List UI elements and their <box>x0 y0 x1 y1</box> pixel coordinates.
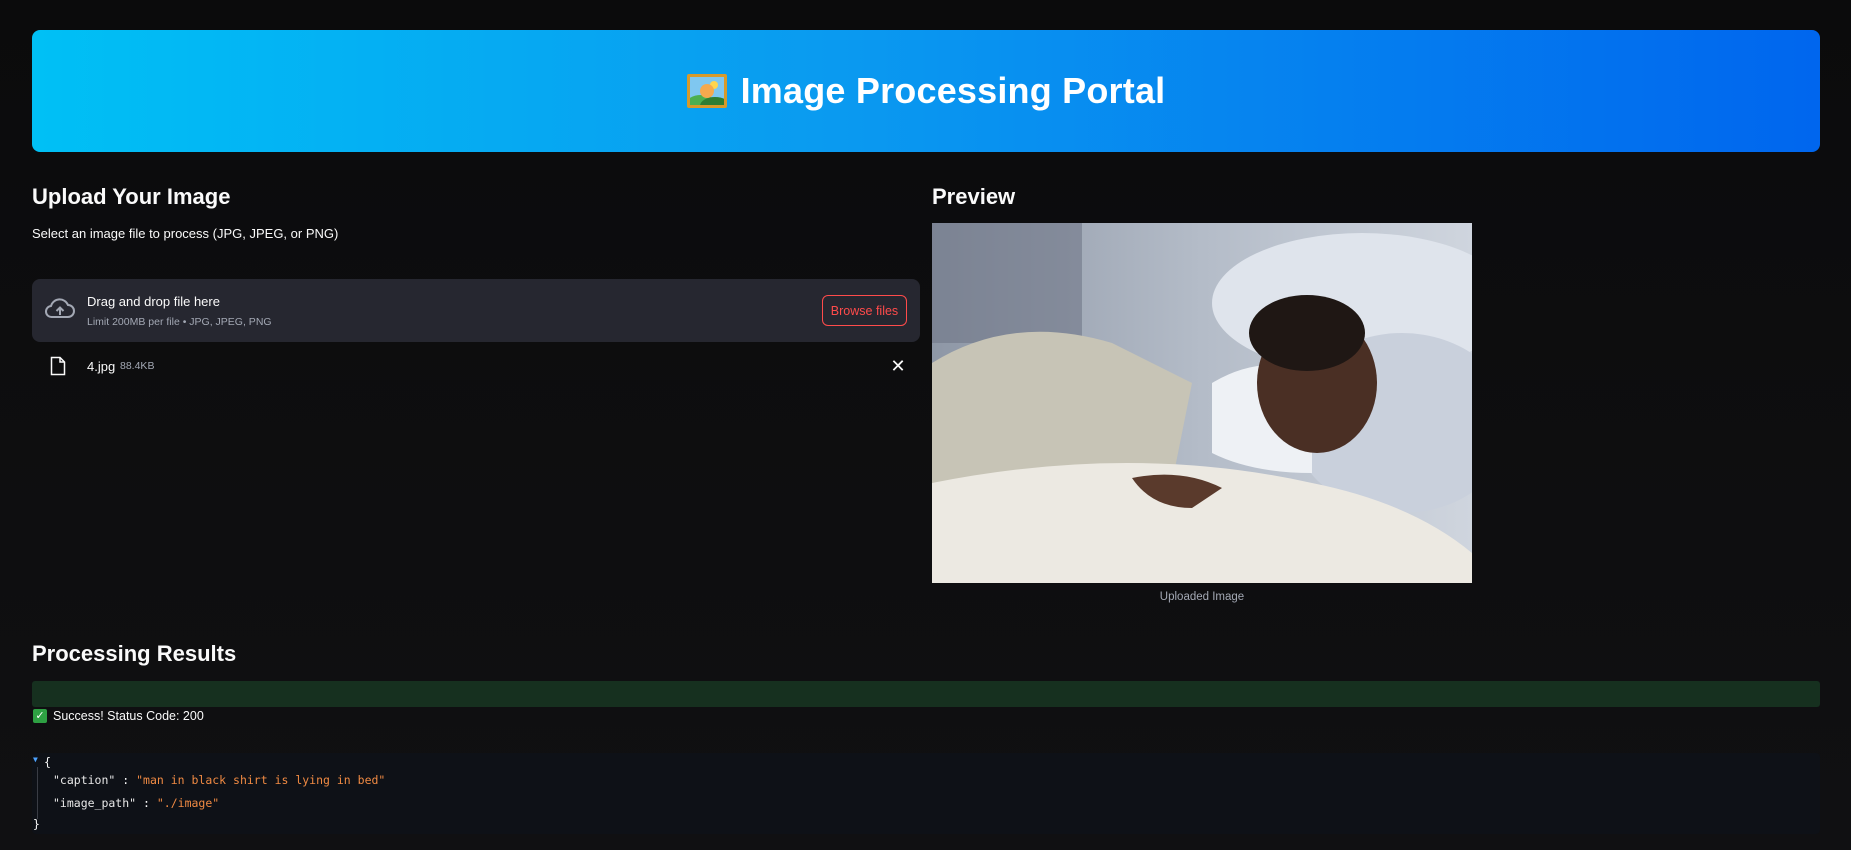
file-icon <box>50 356 66 376</box>
browse-files-button[interactable]: Browse files <box>822 295 907 326</box>
cloud-upload-icon <box>45 298 75 318</box>
json-caption-entry: "caption" : "man in black shirt is lying… <box>53 773 385 787</box>
collapse-toggle-icon[interactable]: ▼ <box>33 755 38 764</box>
status-message: ✓ Success! Status Code: 200 <box>33 709 204 723</box>
json-indent-guide <box>37 767 38 819</box>
preview-heading: Preview <box>932 184 1016 209</box>
results-heading: Processing Results <box>32 641 237 666</box>
status-text: Success! Status Code: 200 <box>53 709 204 723</box>
json-open-brace: { <box>44 755 51 769</box>
json-image-path-value: "./image" <box>156 796 220 810</box>
json-caption-value: "man in black shirt is lying in bed" <box>136 773 386 787</box>
remove-file-close-icon[interactable]: ✕ <box>887 355 909 377</box>
framed-picture-icon <box>686 74 727 108</box>
json-close-brace: } <box>33 817 40 831</box>
json-separator: : <box>136 796 157 810</box>
dropzone-limit: Limit 200MB per file • JPG, JPEG, PNG <box>87 316 272 328</box>
uploaded-image-preview <box>932 223 1472 583</box>
image-caption: Uploaded Image <box>1159 591 1245 603</box>
upload-heading: Upload Your Image <box>32 184 231 209</box>
checkmark-icon: ✓ <box>33 709 47 723</box>
json-separator: : <box>115 773 137 787</box>
file-size: 88.4KB <box>120 360 155 372</box>
json-image-path-key: "image_path" <box>53 796 137 810</box>
dropzone-title: Drag and drop file here <box>87 294 220 309</box>
upload-instructions: Select an image file to process (JPG, JP… <box>32 226 339 241</box>
json-image-path-entry: "image_path" : "./image" <box>53 796 219 810</box>
success-progress-bar <box>32 681 1820 707</box>
json-caption-key: "caption" <box>53 773 116 787</box>
uploaded-file-row: 4.jpg 88.4KB ✕ <box>32 352 920 382</box>
json-viewer: ▼ { "caption" : "man in black shirt is l… <box>32 753 1820 834</box>
app-header: Image Processing Portal <box>32 30 1820 152</box>
file-name: 4.jpg <box>87 359 116 374</box>
file-dropzone[interactable]: Drag and drop file here Limit 200MB per … <box>32 279 920 342</box>
page-title: Image Processing Portal <box>740 70 1166 111</box>
